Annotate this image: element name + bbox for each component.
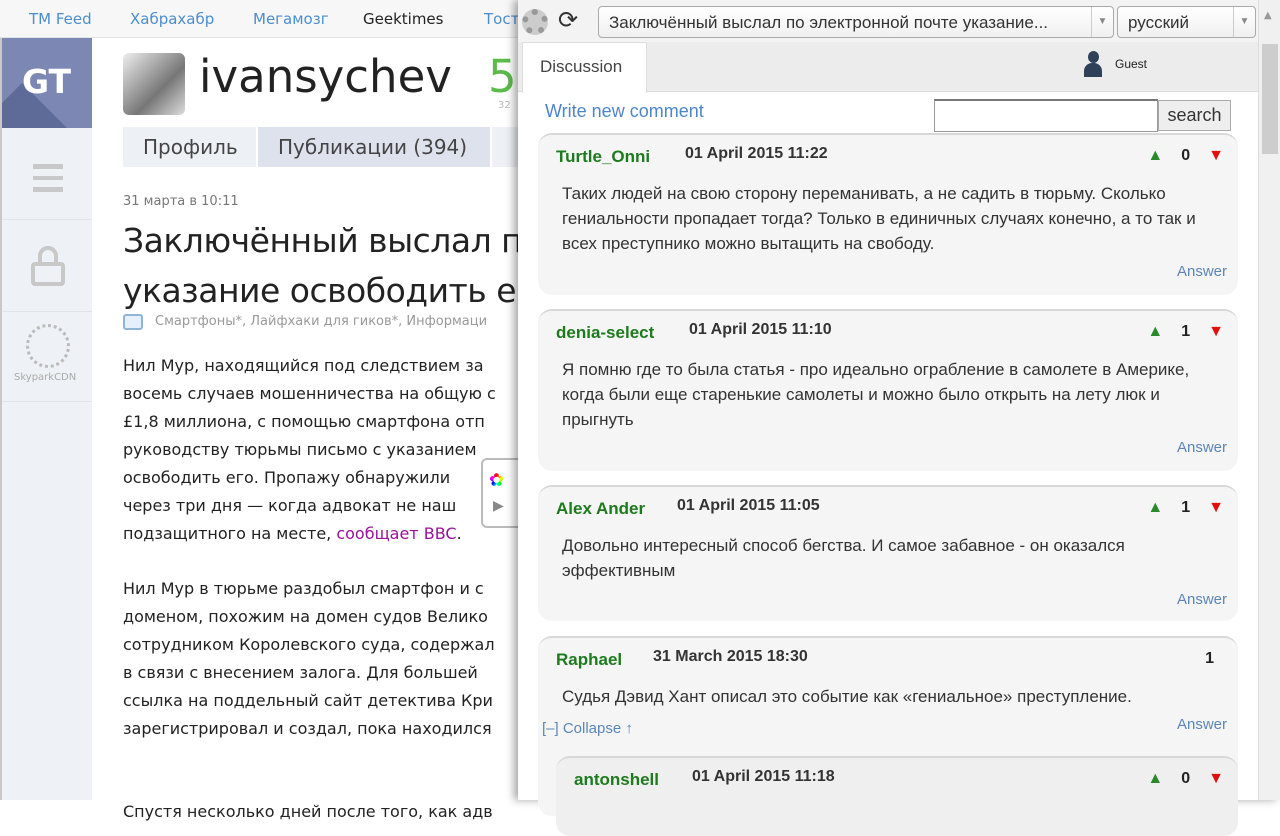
- comment-date: 01 April 2015 11:10: [689, 321, 832, 338]
- comment-text: Судья Дэвид Хант описал это событие как …: [562, 687, 1132, 706]
- comment-author[interactable]: Turtle_Onni: [556, 147, 650, 167]
- upvote-icon[interactable]: ▲: [1147, 770, 1163, 788]
- user-icon: [1084, 51, 1102, 77]
- extension-toggle[interactable]: ✿ ▶: [481, 458, 521, 528]
- karma-votes: 32: [498, 100, 511, 111]
- scrollbar[interactable]: ▲: [1258, 0, 1280, 800]
- sidebar: GT SkyparkCDN: [0, 38, 92, 800]
- scrollbar-thumb[interactable]: [1262, 44, 1278, 154]
- panel-toolbar: ⟳ Заключённый выслал по электронной почт…: [518, 0, 1258, 42]
- user-name[interactable]: Guest: [1115, 57, 1147, 71]
- menu-button[interactable]: [2, 128, 92, 220]
- bbc-link[interactable]: сообщает BBC: [336, 524, 456, 543]
- comment-date: 01 April 2015 11:22: [685, 145, 828, 162]
- downvote-icon[interactable]: ▼: [1208, 323, 1224, 341]
- paragraph-2: Нил Мур в тюрьме раздобыл смартфон и с до…: [123, 579, 495, 738]
- tab-discussion[interactable]: Discussion: [522, 42, 647, 93]
- comment-text: Я помню где то была статья - про идеальн…: [562, 360, 1190, 429]
- comment-text: Довольно интересный способ бегства. И са…: [562, 536, 1125, 580]
- comment-date: 31 March 2015 18:30: [653, 648, 808, 665]
- comment: Alex Ander 01 April 2015 11:05 ▲ 1 ▼ Довол…: [538, 485, 1238, 621]
- write-comment-link[interactable]: Write new comment: [545, 101, 704, 122]
- collapse-link[interactable]: [–] Collapse ↑: [542, 720, 633, 737]
- comment: Turtle_Onni 01 April 2015 11:22 ▲ 0 ▼ Таки…: [538, 133, 1238, 295]
- downvote-icon[interactable]: ▼: [1208, 147, 1224, 165]
- search-input[interactable]: [934, 99, 1158, 132]
- tab-profile[interactable]: Профиль: [123, 127, 256, 167]
- scroll-up-icon[interactable]: ▲: [1264, 10, 1272, 21]
- comment-score: 1: [1205, 650, 1214, 667]
- answer-link[interactable]: Answer: [1177, 263, 1227, 280]
- answer-link[interactable]: Answer: [1177, 439, 1227, 456]
- karma: 5: [488, 50, 517, 103]
- article-hubs[interactable]: Смартфоны*, Лайфхаки для гиков*, Информа…: [155, 314, 487, 329]
- article-title: Заключённый выслал по указание освободит…: [123, 221, 553, 310]
- article-date: 31 марта в 10:11: [123, 194, 239, 209]
- nav-geektimes[interactable]: Geektimes: [363, 10, 443, 28]
- comment-date: 01 April 2015 11:18: [692, 768, 835, 785]
- user-avatar[interactable]: [123, 53, 185, 115]
- comment-author[interactable]: Raphael: [556, 650, 622, 670]
- comment-author[interactable]: Alex Ander: [556, 499, 645, 519]
- search-button[interactable]: search: [1158, 100, 1231, 131]
- upvote-icon[interactable]: ▲: [1147, 147, 1163, 165]
- answer-link[interactable]: Answer: [1177, 591, 1227, 608]
- nav-tm-feed[interactable]: TM Feed: [29, 10, 92, 28]
- downvote-icon[interactable]: ▼: [1208, 770, 1224, 788]
- comment: denia-select 01 April 2015 11:10 ▲ 1 ▼ Я п…: [538, 309, 1238, 471]
- gt-logo[interactable]: GT: [2, 38, 92, 128]
- language-select[interactable]: русский ▼: [1117, 6, 1256, 38]
- upvote-icon[interactable]: ▲: [1147, 499, 1163, 517]
- comment-date: 01 April 2015 11:05: [677, 497, 820, 514]
- comment-author[interactable]: denia-select: [556, 323, 654, 343]
- hamburger-icon: [33, 164, 63, 192]
- paragraph-3: Спустя несколько дней после того, как ад…: [123, 802, 493, 821]
- comment-score: 1: [1181, 499, 1191, 516]
- nav-habrahabr[interactable]: Хабрахабр: [130, 10, 214, 28]
- star-logo-icon: ✿: [489, 470, 505, 491]
- briefcase-icon: [123, 314, 143, 330]
- comments-panel: ⟳ Заключённый выслал по электронной почт…: [518, 0, 1280, 836]
- gear-icon[interactable]: [522, 9, 548, 35]
- page-select[interactable]: Заключённый выслал по электронной почте …: [598, 6, 1114, 38]
- lock-icon: [31, 246, 65, 286]
- comment-score: 0: [1181, 770, 1191, 787]
- comment: Raphael 31 March 2015 18:30 1 Судья Дэви…: [538, 636, 1238, 836]
- chevron-down-icon: ▼: [1233, 7, 1255, 37]
- username[interactable]: ivansychev: [199, 50, 452, 103]
- nav-megamozg[interactable]: Мегамозг: [253, 10, 329, 28]
- paragraph-1: Нил Мур, находящийся под следствием за во…: [123, 356, 496, 543]
- downvote-icon[interactable]: ▼: [1208, 499, 1224, 517]
- login-button[interactable]: [2, 220, 92, 312]
- skyparkcdn-banner[interactable]: SkyparkCDN: [2, 312, 92, 402]
- comment-text: Таких людей на свою сторону переманивать…: [562, 184, 1196, 253]
- comment-author[interactable]: antonshell: [574, 770, 659, 790]
- tab-publications[interactable]: Публикации (394): [258, 127, 490, 167]
- globe-icon: [26, 324, 70, 368]
- comment-score: 0: [1181, 147, 1191, 164]
- chevron-down-icon: ▼: [1091, 7, 1113, 37]
- answer-link[interactable]: Answer: [1177, 716, 1227, 733]
- refresh-icon[interactable]: ⟳: [558, 6, 578, 34]
- comment-reply: antonshell 01 April 2015 11:18 ▲ 0 ▼: [556, 756, 1238, 836]
- play-arrow-icon: ▶: [493, 498, 504, 514]
- comment-score: 1: [1181, 323, 1191, 340]
- upvote-icon[interactable]: ▲: [1147, 323, 1163, 341]
